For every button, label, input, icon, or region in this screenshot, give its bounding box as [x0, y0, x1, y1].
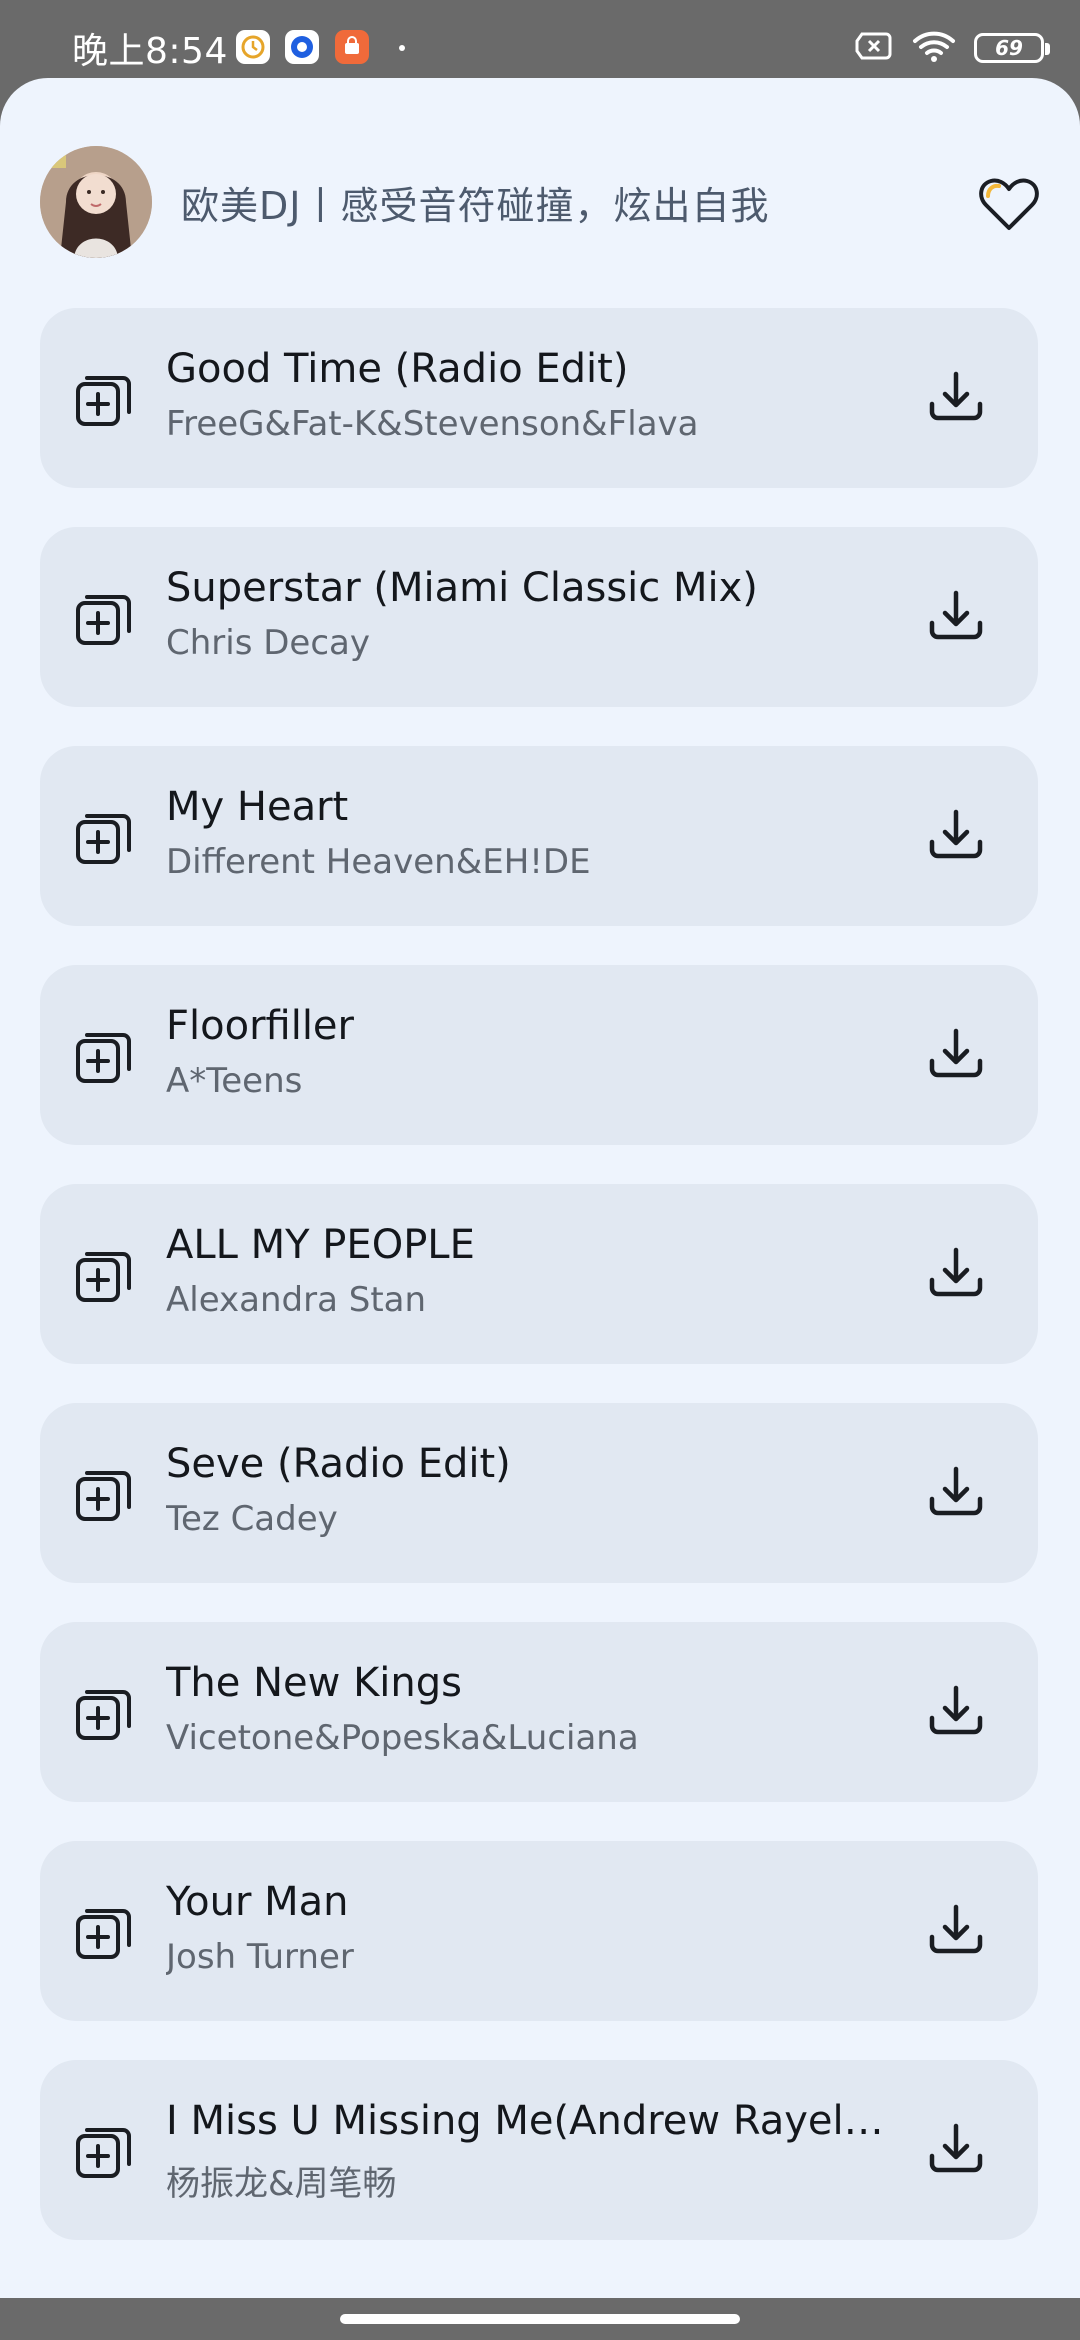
heart-icon: [979, 178, 1039, 230]
download-icon[interactable]: [926, 587, 986, 647]
song-artist: Vicetone&Popeska&Luciana: [166, 1718, 639, 1758]
song-artist: 杨振龙&周笔畅: [166, 2164, 397, 2204]
song-title: Superstar (Miami Classic Mix): [166, 565, 758, 611]
song-row[interactable]: Superstar (Miami Classic Mix) Chris Deca…: [40, 527, 1038, 707]
song-row[interactable]: The New Kings Vicetone&Popeska&Luciana: [40, 1622, 1038, 1802]
song-artist: Tez Cadey: [166, 1499, 338, 1539]
playlist-sheet: 欧美DJ丨感受音符碰撞，炫出自我 Good Time (Radio Edit) …: [0, 78, 1080, 2298]
add-to-playlist-icon[interactable]: [74, 807, 132, 865]
song-title: Good Time (Radio Edit): [166, 346, 629, 392]
song-title: Your Man: [166, 1879, 349, 1925]
song-row[interactable]: My Heart Different Heaven&EH!DE: [40, 746, 1038, 926]
song-title: The New Kings: [166, 1660, 462, 1706]
sim-off-icon: [854, 31, 894, 65]
download-icon[interactable]: [926, 1025, 986, 1085]
status-right-group: 69: [854, 26, 1050, 70]
playlist-title: 欧美DJ丨感受音符碰撞，炫出自我: [181, 184, 770, 228]
add-to-playlist-icon[interactable]: [74, 588, 132, 646]
download-icon[interactable]: [926, 1682, 986, 1742]
add-to-playlist-icon[interactable]: [74, 1683, 132, 1741]
song-artist: Chris Decay: [166, 623, 370, 663]
browser-app-icon: [285, 30, 319, 64]
song-row[interactable]: Your Man Josh Turner: [40, 1841, 1038, 2021]
song-title: My Heart: [166, 784, 349, 830]
battery-level: 69: [995, 36, 1023, 60]
song-artist: Alexandra Stan: [166, 1280, 427, 1320]
download-icon[interactable]: [926, 1463, 986, 1523]
add-to-playlist-icon[interactable]: [74, 369, 132, 427]
download-icon[interactable]: [926, 1244, 986, 1304]
add-to-playlist-icon[interactable]: [74, 1026, 132, 1084]
add-to-playlist-icon[interactable]: [74, 1464, 132, 1522]
status-bar: 晚上8:54 69: [0, 0, 1080, 78]
navigation-bar: [0, 2298, 1080, 2340]
song-artist: Josh Turner: [166, 1937, 354, 1977]
add-to-playlist-icon[interactable]: [74, 2121, 132, 2179]
song-row[interactable]: Floorfiller A*Teens: [40, 965, 1038, 1145]
song-row[interactable]: I Miss U Missing Me(Andrew Rayel… 杨振龙&周笔…: [40, 2060, 1038, 2240]
home-indicator[interactable]: [340, 2314, 740, 2324]
song-artist: FreeG&Fat-K&Stevenson&Flava: [166, 404, 699, 444]
add-to-playlist-icon[interactable]: [74, 1902, 132, 1960]
song-list: Good Time (Radio Edit) FreeG&Fat-K&Steve…: [40, 308, 1038, 2279]
download-icon[interactable]: [926, 806, 986, 866]
song-row[interactable]: Seve (Radio Edit) Tez Cadey: [40, 1403, 1038, 1583]
add-to-playlist-icon[interactable]: [74, 1245, 132, 1303]
clock-app-icon: [236, 30, 270, 64]
song-title: I Miss U Missing Me(Andrew Rayel…: [166, 2098, 884, 2144]
song-row[interactable]: Good Time (Radio Edit) FreeG&Fat-K&Steve…: [40, 308, 1038, 488]
dot-indicator: [399, 45, 405, 51]
wifi-icon: [912, 29, 956, 67]
download-icon[interactable]: [926, 1901, 986, 1961]
status-time: 晚上8:54: [72, 31, 228, 72]
song-title: Floorfiller: [166, 1003, 354, 1049]
download-icon[interactable]: [926, 368, 986, 428]
song-title: Seve (Radio Edit): [166, 1441, 511, 1487]
battery-icon: 69: [974, 33, 1050, 63]
playlist-header: 欧美DJ丨感受音符碰撞，炫出自我: [0, 78, 1080, 258]
favorite-button[interactable]: [978, 176, 1040, 232]
shop-app-icon: [335, 30, 369, 64]
download-icon[interactable]: [926, 2120, 986, 2180]
song-artist: A*Teens: [166, 1061, 303, 1101]
song-title: ALL MY PEOPLE: [166, 1222, 475, 1268]
song-artist: Different Heaven&EH!DE: [166, 842, 591, 882]
avatar[interactable]: [40, 146, 152, 258]
song-row[interactable]: ALL MY PEOPLE Alexandra Stan: [40, 1184, 1038, 1364]
